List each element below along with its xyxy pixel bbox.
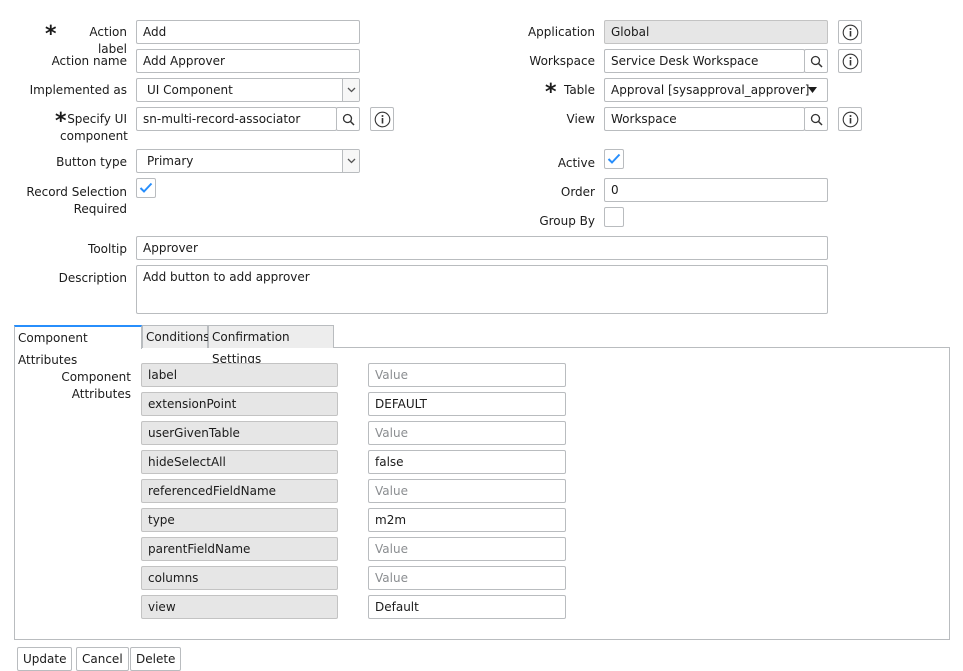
active-checkbox[interactable] (604, 149, 624, 169)
search-icon[interactable] (804, 107, 828, 131)
attribute-value-input[interactable]: Value (368, 479, 566, 503)
required-marker-icon: * (545, 80, 557, 105)
application-field: Global (604, 20, 828, 44)
attribute-name-field: referencedFieldName (141, 479, 338, 503)
checkmark-icon (139, 182, 153, 193)
caret-down-icon (808, 87, 817, 93)
view-label: View (566, 112, 595, 126)
attribute-name-field: parentFieldName (141, 537, 338, 561)
attribute-value-input[interactable]: false (368, 450, 566, 474)
info-icon[interactable] (370, 107, 394, 131)
workspace-label: Workspace (529, 54, 595, 68)
attribute-name-field: label (141, 363, 338, 387)
component-attributes-label-line1: Component (61, 370, 131, 384)
attribute-value-input[interactable]: Value (368, 421, 566, 445)
group-by-label: Group By (539, 214, 595, 228)
implemented-as-select[interactable]: UI Component (136, 78, 360, 102)
attribute-value-input[interactable]: Default (368, 595, 566, 619)
tooltip-label: Tooltip (88, 242, 127, 256)
description-label: Description (58, 271, 127, 285)
attribute-value-input[interactable]: Value (368, 537, 566, 561)
specify-ui-label-line2: component (60, 129, 128, 143)
group-by-checkbox[interactable] (604, 207, 624, 227)
cancel-button[interactable]: Cancel (76, 647, 129, 671)
description-textarea[interactable]: Add button to add approver (136, 265, 828, 314)
attribute-value-input[interactable]: DEFAULT (368, 392, 566, 416)
specify-ui-label-line1: Specify UI (67, 112, 127, 126)
tab-component-attributes[interactable]: Component Attributes (14, 325, 142, 367)
view-input[interactable]: Workspace (604, 107, 805, 131)
record-selection-label-line1: Record Selection (26, 185, 127, 199)
checkmark-icon (607, 153, 621, 164)
button-type-value: Primary (147, 154, 194, 168)
workspace-input[interactable]: Service Desk Workspace (604, 49, 805, 73)
attribute-name-field: view (141, 595, 338, 619)
attribute-name-field: type (141, 508, 338, 532)
search-icon[interactable] (336, 107, 360, 131)
implemented-as-value: UI Component (147, 83, 233, 97)
button-type-label: Button type (56, 155, 127, 169)
record-selection-checkbox[interactable] (136, 178, 156, 198)
action-label-input[interactable]: Add (136, 20, 360, 44)
active-label: Active (557, 156, 595, 170)
button-type-select[interactable]: Primary (136, 149, 360, 173)
order-label: Order (560, 185, 595, 199)
attribute-name-field: userGivenTable (141, 421, 338, 445)
attribute-value-input[interactable]: Value (368, 363, 566, 387)
tab-confirmation-settings[interactable]: Confirmation Settings (208, 325, 334, 366)
info-icon[interactable] (838, 49, 862, 73)
table-label: Table (563, 83, 595, 97)
attribute-name-field: extensionPoint (141, 392, 338, 416)
table-value: Approval [sysapproval_approver] (611, 83, 810, 97)
attribute-value-input[interactable]: Value (368, 566, 566, 590)
search-icon[interactable] (804, 49, 828, 73)
required-marker-icon: * (45, 22, 57, 47)
action-name-input[interactable]: Add Approver (136, 49, 360, 73)
attribute-name-field: hideSelectAll (141, 450, 338, 474)
update-button[interactable]: Update (17, 647, 73, 671)
chevron-down-icon[interactable] (342, 150, 359, 172)
info-icon[interactable] (838, 107, 862, 131)
tab-conditions[interactable]: Conditions (142, 325, 210, 348)
order-input[interactable]: 0 (604, 178, 828, 202)
application-label: Application (527, 25, 595, 39)
implemented-as-label: Implemented as (29, 83, 127, 97)
attribute-value-input[interactable]: m2m (368, 508, 566, 532)
record-selection-label-line2: Required (73, 202, 127, 216)
component-attributes-label-line2: Attributes (71, 387, 131, 401)
action-name-label: Action name (51, 54, 127, 68)
attribute-name-field: columns (141, 566, 338, 590)
chevron-down-icon[interactable] (342, 79, 359, 101)
specify-ui-component-input[interactable]: sn-multi-record-associator (136, 107, 337, 131)
delete-button[interactable]: Delete (130, 647, 182, 671)
tooltip-input[interactable]: Approver (136, 236, 828, 260)
table-select[interactable]: Approval [sysapproval_approver] (604, 78, 828, 102)
info-icon[interactable] (838, 20, 862, 44)
